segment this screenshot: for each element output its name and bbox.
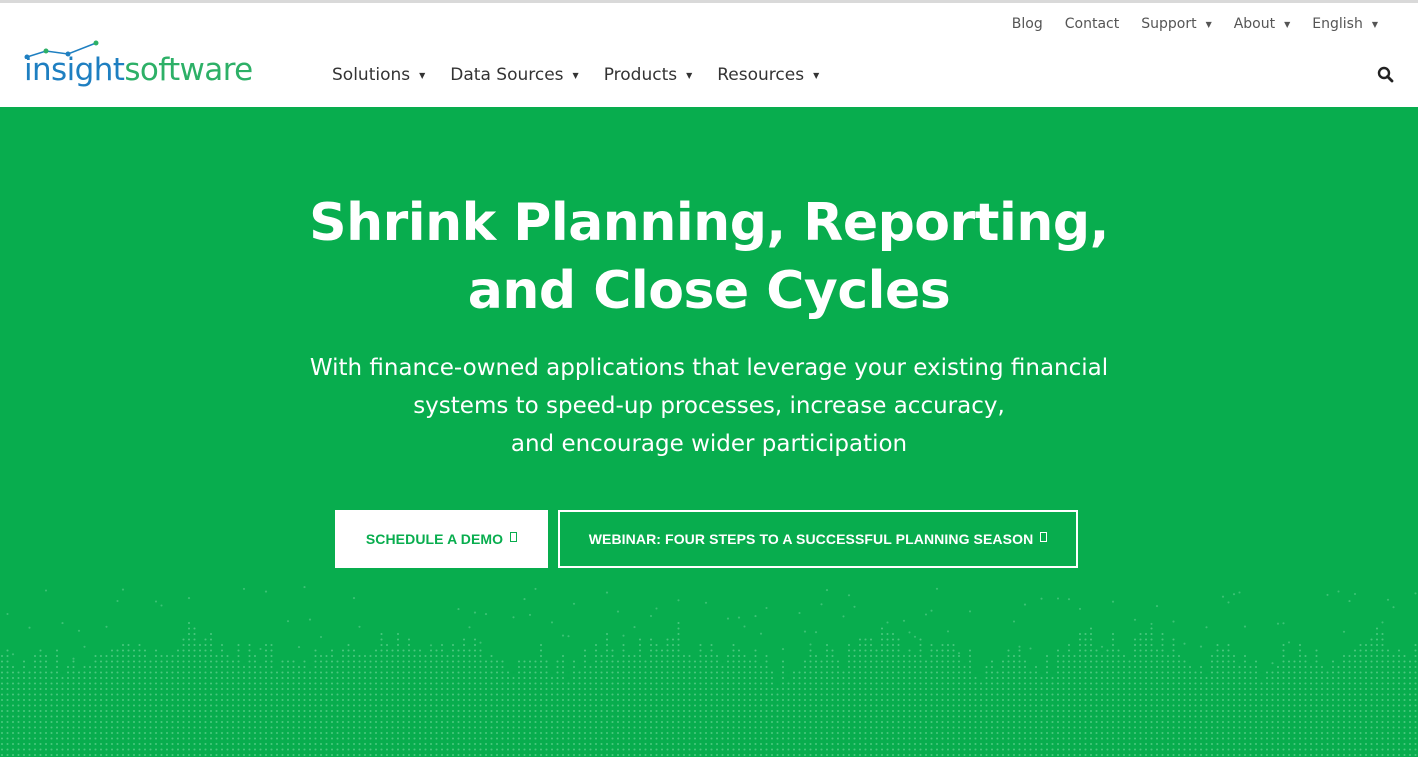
- utility-link-label: Blog: [1011, 16, 1043, 32]
- nav-item-resources[interactable]: Resources ▼: [717, 65, 819, 85]
- caret-down-icon: ▼: [1205, 19, 1212, 29]
- language-label: English: [1312, 16, 1363, 32]
- utility-link-blog[interactable]: Blog: [1012, 16, 1043, 32]
- nav-item-label: Resources: [717, 65, 805, 85]
- utility-dropdown-support[interactable]: Support ▼: [1141, 16, 1212, 32]
- utility-dropdown-about[interactable]: About ▼: [1234, 16, 1291, 32]
- hero-title-line: and Close Cycles: [467, 261, 951, 321]
- caret-down-icon: ▼: [1284, 19, 1291, 29]
- external-link-icon: [510, 532, 518, 542]
- caret-down-icon: ▼: [813, 70, 820, 80]
- hero-subtitle-line: and encourage wider participation: [510, 431, 908, 457]
- utility-nav: Blog Contact Support ▼ About ▼ English ▼: [990, 16, 1378, 32]
- caret-down-icon: ▼: [572, 70, 579, 80]
- nav-item-products[interactable]: Products ▼: [604, 65, 693, 85]
- caret-down-icon: ▼: [1371, 19, 1378, 29]
- logo-word-software: software: [124, 52, 253, 88]
- main-nav: Solutions ▼ Data Sources ▼ Products ▼ Resou…: [332, 65, 844, 85]
- hero-title-line: Shrink Planning, Reporting,: [309, 193, 1109, 253]
- nav-item-solutions[interactable]: Solutions ▼: [332, 65, 425, 85]
- utility-link-label: Support: [1141, 16, 1197, 32]
- hero-subtitle-line: systems to speed-up processes, increase …: [413, 393, 1005, 419]
- logo-word-insight: insight: [24, 52, 125, 88]
- hero-banner: Shrink Planning, Reporting, and Close Cy…: [0, 107, 1418, 757]
- hero-subtitle-line: With finance-owned applications that lev…: [309, 355, 1109, 381]
- hero-title: Shrink Planning, Reporting, and Close Cy…: [0, 189, 1418, 325]
- utility-link-label: About: [1233, 16, 1276, 32]
- external-link-icon: [1040, 532, 1048, 542]
- insightsoftware-logo[interactable]: insightsoftware: [24, 39, 284, 101]
- hero-subtitle: With finance-owned applications that lev…: [0, 349, 1418, 463]
- button-label: WEBINAR: FOUR STEPS TO A SUCCESSFUL PLAN…: [588, 531, 1034, 547]
- utility-link-contact[interactable]: Contact: [1065, 16, 1119, 32]
- webinar-button[interactable]: WEBINAR: FOUR STEPS TO A SUCCESSFUL PLAN…: [558, 510, 1078, 568]
- language-selector[interactable]: English ▼: [1312, 16, 1378, 32]
- nav-item-label: Products: [603, 65, 678, 85]
- nav-item-label: Solutions: [332, 65, 411, 85]
- utility-link-label: Contact: [1064, 16, 1120, 32]
- search-icon: [1377, 66, 1394, 83]
- logo-wordmark: insightsoftware: [24, 55, 253, 86]
- nav-item-label: Data Sources: [450, 65, 564, 85]
- button-label: SCHEDULE A DEMO: [365, 531, 504, 547]
- search-button[interactable]: [1376, 65, 1396, 85]
- site-header: insightsoftware Blog Contact Support ▼ Ab…: [0, 3, 1418, 107]
- dot-pattern-decoration: [0, 586, 1417, 757]
- caret-down-icon: ▼: [686, 70, 693, 80]
- nav-item-data-sources[interactable]: Data Sources ▼: [450, 65, 578, 85]
- caret-down-icon: ▼: [419, 70, 426, 80]
- schedule-demo-button[interactable]: SCHEDULE A DEMO: [335, 510, 548, 568]
